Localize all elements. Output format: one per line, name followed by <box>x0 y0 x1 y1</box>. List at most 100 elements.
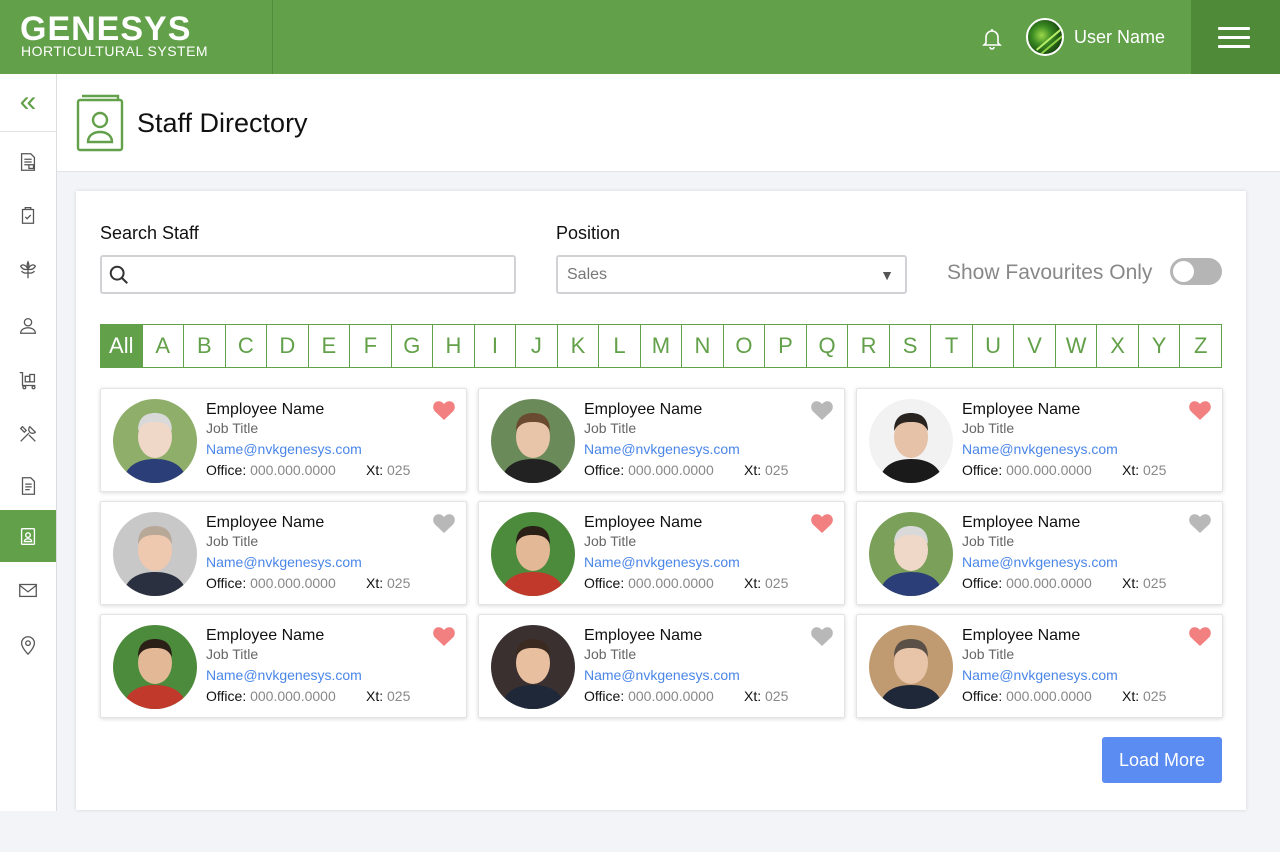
employee-email-link[interactable]: Name@nvkgenesys.com <box>584 554 740 570</box>
employee-email-link[interactable]: Name@nvkgenesys.com <box>962 667 1118 683</box>
extension-number: 025 <box>387 462 411 478</box>
employee-name[interactable]: Employee Name <box>962 514 1080 532</box>
sidebar-item-tools[interactable] <box>0 408 56 460</box>
employee-name[interactable]: Employee Name <box>584 401 702 419</box>
employee-email-link[interactable]: Name@nvkgenesys.com <box>962 441 1118 457</box>
employee-card[interactable]: Employee Name Job Title Name@nvkgenesys.… <box>478 388 845 492</box>
employee-office: Office: 000.000.0000 <box>584 462 714 478</box>
letter-filter-b[interactable]: B <box>183 325 225 367</box>
favourite-heart-icon[interactable] <box>1188 512 1212 534</box>
employee-name[interactable]: Employee Name <box>584 627 702 645</box>
letter-filter-o[interactable]: O <box>722 325 765 367</box>
employee-photo <box>869 625 953 709</box>
letter-filter-a[interactable]: A <box>141 325 184 367</box>
sidebar-item-orders[interactable] <box>0 189 56 241</box>
letter-filter-s[interactable]: S <box>888 325 931 367</box>
position-selected-value: Sales <box>567 266 608 283</box>
search-input[interactable] <box>100 255 516 294</box>
employee-email-link[interactable]: Name@nvkgenesys.com <box>962 554 1118 570</box>
letter-filter-x[interactable]: X <box>1096 325 1138 367</box>
employee-card[interactable]: Employee Name Job Title Name@nvkgenesys.… <box>856 388 1223 492</box>
employee-email-link[interactable]: Name@nvkgenesys.com <box>584 667 740 683</box>
dropdown-arrow-icon: ▼ <box>880 267 894 283</box>
sidebar-item-reports[interactable] <box>0 136 56 188</box>
letter-filter-n[interactable]: N <box>681 325 723 367</box>
letter-filter-i[interactable]: I <box>473 325 516 367</box>
favourite-heart-icon[interactable] <box>810 625 834 647</box>
letter-filter-u[interactable]: U <box>971 325 1014 367</box>
user-avatar[interactable] <box>1026 18 1064 56</box>
sidebar-item-plants[interactable] <box>0 244 56 296</box>
letter-filter-m[interactable]: M <box>639 325 682 367</box>
sidebar-item-messages[interactable] <box>0 564 56 616</box>
employee-name[interactable]: Employee Name <box>584 514 702 532</box>
employee-card[interactable]: Employee Name Job Title Name@nvkgenesys.… <box>100 388 467 492</box>
employee-name[interactable]: Employee Name <box>962 401 1080 419</box>
employee-extension: Xt: 025 <box>1122 575 1166 591</box>
menu-line-icon <box>1218 27 1250 30</box>
sidebar-item-documents[interactable] <box>0 460 56 512</box>
office-label: Office: <box>206 688 247 704</box>
employee-photo <box>113 399 197 483</box>
employee-card[interactable]: Employee Name Job Title Name@nvkgenesys.… <box>478 501 845 605</box>
bell-icon[interactable] <box>980 26 1004 50</box>
load-more-button[interactable]: Load More <box>1102 737 1222 783</box>
sidebar-item-staff[interactable] <box>0 299 56 351</box>
letter-filter-y[interactable]: Y <box>1137 325 1180 367</box>
office-label: Office: <box>584 688 625 704</box>
collapse-sidebar-button[interactable]: « <box>0 74 56 132</box>
letter-filter-g[interactable]: G <box>390 325 433 367</box>
favourite-heart-icon[interactable] <box>810 512 834 534</box>
logo-title: GENESYS <box>20 10 192 48</box>
letter-filter-e[interactable]: E <box>307 325 350 367</box>
employee-email-link[interactable]: Name@nvkgenesys.com <box>584 441 740 457</box>
letter-filter-all[interactable]: All <box>101 325 142 367</box>
sidebar-item-locations[interactable] <box>0 619 56 671</box>
favourite-heart-icon[interactable] <box>432 512 456 534</box>
letter-filter-f[interactable]: F <box>349 325 391 367</box>
employee-name[interactable]: Employee Name <box>206 401 324 419</box>
favourite-heart-icon[interactable] <box>432 625 456 647</box>
employee-card[interactable]: Employee Name Job Title Name@nvkgenesys.… <box>856 614 1223 718</box>
employee-name[interactable]: Employee Name <box>206 514 324 532</box>
position-select[interactable]: Sales ▼ <box>556 255 907 294</box>
sidebar-item-shipping[interactable] <box>0 354 56 406</box>
employee-email-link[interactable]: Name@nvkgenesys.com <box>206 441 362 457</box>
employee-card[interactable]: Employee Name Job Title Name@nvkgenesys.… <box>478 614 845 718</box>
letter-filter-c[interactable]: C <box>224 325 267 367</box>
letter-filter-k[interactable]: K <box>556 325 599 367</box>
search-icon <box>109 265 128 284</box>
extension-label: Xt: <box>1122 688 1140 704</box>
employee-photo <box>491 625 575 709</box>
letter-filter-h[interactable]: H <box>432 325 474 367</box>
employee-email-link[interactable]: Name@nvkgenesys.com <box>206 667 362 683</box>
user-name[interactable]: User Name <box>1074 27 1165 47</box>
extension-number: 025 <box>765 462 789 478</box>
employee-office: Office: 000.000.0000 <box>584 688 714 704</box>
employee-email-link[interactable]: Name@nvkgenesys.com <box>206 554 362 570</box>
letter-filter-r[interactable]: R <box>847 325 889 367</box>
employee-card[interactable]: Employee Name Job Title Name@nvkgenesys.… <box>100 501 467 605</box>
logo[interactable]: GENESYS HORTICULTURAL SYSTEM <box>0 0 273 74</box>
sidebar-item-staff-directory[interactable] <box>0 510 56 562</box>
employee-card[interactable]: Employee Name Job Title Name@nvkgenesys.… <box>100 614 467 718</box>
letter-filter-j[interactable]: J <box>515 325 557 367</box>
employee-card[interactable]: Employee Name Job Title Name@nvkgenesys.… <box>856 501 1223 605</box>
letter-filter-q[interactable]: Q <box>805 325 848 367</box>
letter-filter-d[interactable]: D <box>266 325 308 367</box>
favourite-heart-icon[interactable] <box>432 399 456 421</box>
favourites-toggle[interactable] <box>1170 258 1222 285</box>
hamburger-menu-button[interactable] <box>1191 0 1280 74</box>
employee-name[interactable]: Employee Name <box>962 627 1080 645</box>
letter-filter-l[interactable]: L <box>598 325 640 367</box>
favourite-heart-icon[interactable] <box>1188 625 1212 647</box>
letter-filter-z[interactable]: Z <box>1179 325 1221 367</box>
letter-filter-t[interactable]: T <box>930 325 972 367</box>
employee-name[interactable]: Employee Name <box>206 627 324 645</box>
office-label: Office: <box>584 462 625 478</box>
letter-filter-p[interactable]: P <box>764 325 806 367</box>
favourite-heart-icon[interactable] <box>810 399 834 421</box>
letter-filter-v[interactable]: V <box>1013 325 1055 367</box>
letter-filter-w[interactable]: W <box>1054 325 1097 367</box>
favourite-heart-icon[interactable] <box>1188 399 1212 421</box>
